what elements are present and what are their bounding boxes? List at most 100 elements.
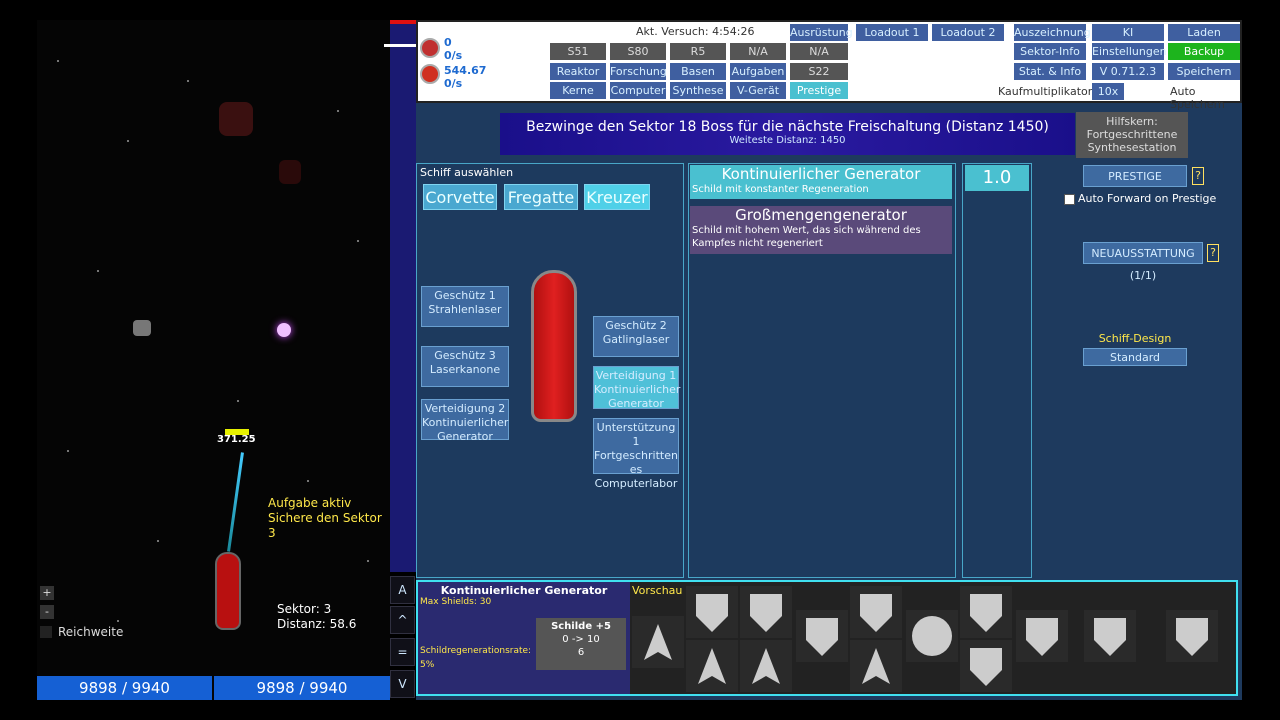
side-button-up[interactable]: ^	[390, 606, 415, 634]
star	[127, 140, 129, 142]
tab-reactor[interactable]: Reaktor	[550, 63, 606, 80]
loadout-1-button[interactable]: Loadout 1	[856, 24, 928, 41]
side-button-a[interactable]: A	[390, 576, 415, 604]
zoom-in-button[interactable]: +	[40, 586, 54, 600]
laser-beam	[227, 452, 244, 552]
generator-desc: Schild mit hohem Wert, das sich während …	[692, 225, 921, 249]
helper-core-text: Fortgeschrittene Synthesestation	[1086, 128, 1178, 154]
tab-tasks[interactable]: Aufgaben	[730, 63, 786, 80]
generator-option-continuous[interactable]: Kontinuierlicher Generator Schild mit ko…	[690, 165, 952, 199]
slot-support-1[interactable]: Unterstützung 1 Fortgeschritten es Compu…	[593, 418, 679, 490]
range-checkbox[interactable]	[40, 626, 52, 638]
prestige-help-icon[interactable]: ?	[1192, 167, 1204, 185]
stat-s51: S51	[550, 43, 606, 60]
tab-cores[interactable]: Kerne	[550, 82, 606, 99]
asteroid	[133, 320, 151, 336]
double-shield-icon[interactable]	[960, 640, 1012, 692]
space-edge	[390, 20, 416, 572]
ship-upgrade-icon[interactable]	[850, 640, 902, 692]
stat-na-1: N/A	[730, 43, 786, 60]
backup-button[interactable]: Backup	[1168, 43, 1240, 60]
upgrade-title: Schilde +5	[551, 621, 611, 632]
tab-computer[interactable]: Computer	[610, 82, 666, 99]
upgrade-cost: 6	[577, 647, 585, 658]
ship-upgrade-icon[interactable]	[686, 640, 738, 692]
item-title: Kontinuierlicher Generator	[440, 584, 608, 597]
item-regen-label: Schildregenerationsrate:	[420, 646, 532, 656]
side-button-v[interactable]: V	[390, 670, 415, 698]
auto-forward-label: Auto Forward on Prestige	[1078, 192, 1217, 205]
sector-label: Sektor: 3	[277, 602, 332, 616]
star	[237, 400, 239, 402]
refit-help-icon[interactable]: ?	[1207, 244, 1219, 262]
star	[187, 80, 189, 82]
preview-label: Vorschau	[632, 584, 683, 597]
ship-design-label: Schiff-Design	[1098, 332, 1172, 345]
shield-hex-icon[interactable]	[796, 610, 848, 662]
shield-hex-icon[interactable]	[1016, 610, 1068, 662]
shield-hex-icon[interactable]	[1084, 610, 1136, 662]
load-button[interactable]: Laden	[1168, 24, 1240, 41]
tab-prestige[interactable]: Prestige	[790, 82, 848, 99]
ship-type-corvette[interactable]: Corvette	[423, 184, 497, 210]
tab-synthesis[interactable]: Synthese	[670, 82, 726, 99]
resource-2-value: 544.67	[444, 64, 487, 77]
bottom-panel: Kontinuierlicher Generator Max Shields: …	[416, 580, 1238, 696]
helper-core-title: Hilfskern:	[1106, 115, 1158, 128]
tab-equipment[interactable]: Ausrüstung	[790, 24, 853, 41]
sector-info-button[interactable]: Sektor-Info	[1014, 43, 1086, 60]
stats-info-button[interactable]: Stat. & Info	[1014, 63, 1086, 80]
upgrade-button[interactable]: Schilde +5 0 -> 10 6	[536, 618, 626, 670]
ai-button[interactable]: KI	[1092, 24, 1164, 41]
shield-hex-icon[interactable]	[740, 586, 792, 638]
enemy-hp-value: 371.25	[217, 434, 256, 445]
shield-hex-icon[interactable]	[1166, 610, 1218, 662]
level-value: 1.0	[965, 165, 1029, 191]
generator-option-bulk[interactable]: Großmengengenerator Schild mit hohem Wer…	[690, 206, 952, 254]
slot-gun-3[interactable]: Geschütz 3 Laserkanone	[421, 346, 509, 387]
save-button[interactable]: Speichern	[1168, 63, 1240, 80]
slot-gun-2[interactable]: Geschütz 2 Gatlinglaser	[593, 316, 679, 357]
version-button[interactable]: V 0.71.2.3	[1092, 63, 1164, 80]
slot-gun-1[interactable]: Geschütz 1 Strahlenlaser	[421, 286, 509, 327]
hp-bar-left: 9898 / 9940	[37, 676, 212, 700]
star	[67, 450, 69, 452]
refit-button[interactable]: NEUAUSSTATTUNG (1/1)	[1083, 242, 1203, 282]
star	[367, 560, 369, 562]
loadout-2-button[interactable]: Loadout 2	[932, 24, 1004, 41]
hp-bar-right: 9898 / 9940	[214, 676, 390, 700]
slot-defense-1[interactable]: Verteidigung 1 Kontinuierlicher Generato…	[593, 366, 680, 410]
attempt-time: Akt. Versuch: 4:54:26	[636, 25, 755, 38]
stat-s80: S80	[610, 43, 666, 60]
tab-bases[interactable]: Basen	[670, 63, 726, 80]
shield-hex-icon[interactable]	[850, 586, 902, 638]
side-button-equal[interactable]: =	[390, 638, 415, 666]
ship-type-fregatte[interactable]: Fregatte	[504, 184, 578, 210]
auto-forward-checkbox[interactable]	[1064, 194, 1075, 205]
core-icon	[420, 64, 440, 84]
resource-1: 0 0/s	[444, 36, 462, 62]
prestige-button[interactable]: PRESTIGE	[1083, 165, 1187, 187]
shield-hex-icon[interactable]	[686, 586, 738, 638]
generator-desc: Schild mit konstanter Regeneration	[692, 184, 869, 195]
range-label: Reichweite	[58, 625, 124, 639]
buy-multiplier-button[interactable]: 10x	[1092, 83, 1124, 100]
zoom-out-button[interactable]: -	[40, 605, 54, 619]
tab-v-device[interactable]: V-Gerät	[730, 82, 786, 99]
shield-hex-icon[interactable]	[960, 586, 1012, 638]
ship-type-kreuzer[interactable]: Kreuzer	[584, 184, 650, 210]
task-panel: Aufgabe aktiv Sichere den Sektor 3	[268, 496, 390, 541]
position-indicator	[384, 44, 416, 47]
preview-ship-icon	[632, 616, 684, 668]
ship-lightning-icon[interactable]	[740, 640, 792, 692]
slot-defense-2[interactable]: Verteidigung 2 Kontinuierlicher Generato…	[421, 399, 509, 443]
ship-design-button[interactable]: Standard	[1083, 348, 1187, 366]
star	[157, 540, 159, 542]
settings-button[interactable]: Einstellungen	[1092, 43, 1167, 60]
tab-research[interactable]: Forschung	[610, 63, 667, 80]
ship-select-label: Schiff auswählen	[420, 166, 514, 179]
star	[57, 60, 59, 62]
buy-multiplier-label: Kaufmultiplikator:	[998, 85, 1096, 98]
target-ship-icon[interactable]	[906, 610, 958, 662]
awards-button[interactable]: Auszeichnung	[1014, 24, 1091, 41]
